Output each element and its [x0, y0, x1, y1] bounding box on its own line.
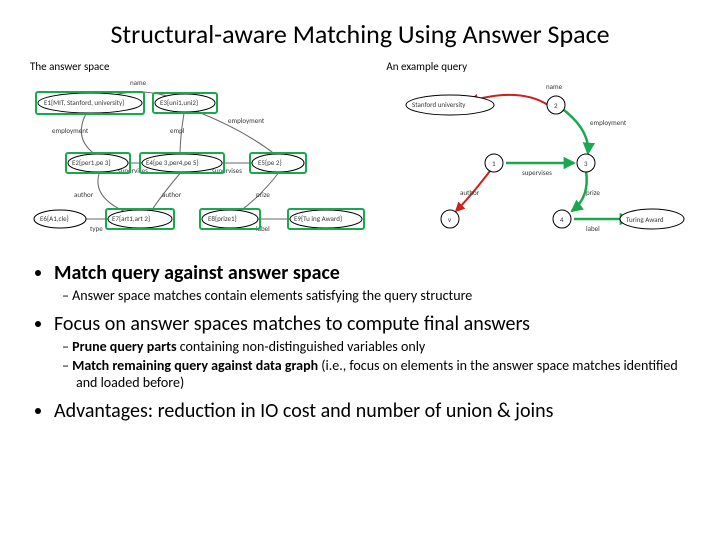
svg-text:E5{pe 2}: E5{pe 2}: [258, 158, 282, 167]
svg-text:2: 2: [554, 101, 558, 110]
svg-text:author: author: [162, 190, 182, 199]
svg-text:1: 1: [492, 159, 496, 168]
svg-text:author: author: [460, 188, 480, 197]
bullet-3: Advantages: reduction in IO cost and num…: [54, 399, 690, 423]
svg-text:employment: employment: [228, 116, 265, 125]
svg-text:E7{art1,art 2}: E7{art1,art 2}: [112, 214, 150, 223]
svg-text:supervises: supervises: [522, 168, 552, 177]
svg-text:E9{Tu ing Award}: E9{Tu ing Award}: [294, 214, 342, 223]
svg-text:E6{A1,cle}: E6{A1,cle}: [40, 214, 69, 223]
bullet-2-2: Match remaining query against data graph…: [76, 357, 690, 391]
subhead-right: An example query: [386, 60, 690, 73]
svg-text:E3{uni1,uni2}: E3{uni1,uni2}: [160, 98, 198, 107]
example-query-diagram: employment supervises prize label name a…: [390, 77, 690, 247]
svg-text:prize: prize: [586, 188, 600, 197]
svg-text:name: name: [546, 82, 563, 91]
svg-text:empl: empl: [170, 126, 185, 135]
bullet-1: Match query against answer space Answer …: [54, 261, 690, 304]
svg-text:Turing Award: Turing Award: [626, 215, 664, 224]
svg-text:label: label: [586, 224, 600, 233]
answer-space-diagram: name employment empl employment supervis…: [30, 77, 390, 247]
subhead-left: The answer space: [30, 60, 386, 73]
bullet-2: Focus on answer spaces matches to comput…: [54, 312, 690, 391]
svg-text:E1{MIT, Stanford, university}: E1{MIT, Stanford, university}: [44, 98, 124, 107]
svg-text:4: 4: [560, 215, 564, 224]
bullet-list: Match query against answer space Answer …: [30, 261, 690, 423]
bullet-2-1: Prune query parts containing non-disting…: [76, 338, 690, 355]
svg-text:E8{prize1}: E8{prize1}: [208, 214, 237, 223]
svg-text:employment: employment: [590, 118, 627, 127]
svg-text:employment: employment: [52, 126, 89, 135]
svg-text:name: name: [130, 78, 147, 87]
svg-text:3: 3: [584, 159, 588, 168]
svg-text:type: type: [90, 224, 103, 233]
svg-text:Stanford university: Stanford university: [412, 100, 466, 109]
svg-text:author: author: [74, 190, 94, 199]
bullet-1-1: Answer space matches contain elements sa…: [76, 287, 690, 304]
svg-text:E4{pe 3,per4,pe 5}: E4{pe 3,per4,pe 5}: [146, 158, 199, 167]
svg-text:prize: prize: [256, 190, 270, 199]
svg-text:E2{per1,pe 3}: E2{per1,pe 3}: [72, 158, 111, 167]
slide-title: Structural-aware Matching Using Answer S…: [30, 18, 690, 50]
